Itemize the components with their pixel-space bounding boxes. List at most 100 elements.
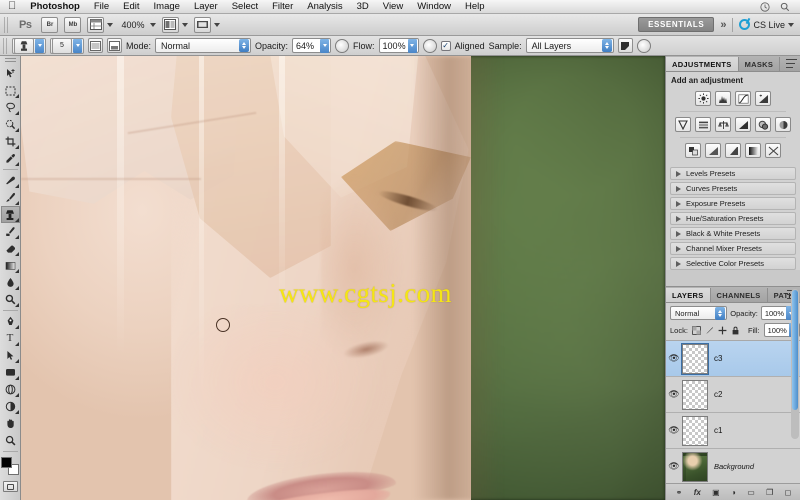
menu-help[interactable]: Help [458,0,492,14]
layer-row-c3[interactable]: 👁 c3 [666,341,800,377]
preset-channel-mixer[interactable]: Channel Mixer Presets [670,242,796,255]
black-white-icon[interactable] [735,117,751,132]
layer-style-icon[interactable]: fx [694,488,701,497]
view-extras-icon[interactable] [87,16,105,33]
layer-thumbnail[interactable] [682,415,708,446]
menu-edit[interactable]: Edit [116,0,146,14]
toggle-clone-source-panel-button[interactable] [107,38,122,53]
tool-3d-object-rotate[interactable] [1,381,20,398]
link-layers-icon[interactable]: ⚭ [676,488,683,497]
curves-icon[interactable] [735,91,751,106]
menu-photoshop[interactable]: Photoshop [23,0,87,14]
arrange-chevron-down-icon[interactable] [181,22,188,27]
quick-mask-mode-button[interactable] [2,481,18,492]
opacity-input[interactable]: 64% [292,38,332,53]
tool-brush[interactable] [1,189,20,206]
zoom-level-value[interactable]: 400% [119,20,146,30]
layer-thumbnail[interactable] [682,451,708,482]
hue-saturation-icon[interactable] [695,117,711,132]
blend-mode-select[interactable]: Normal [155,38,252,53]
sample-select[interactable]: All Layers [525,38,614,53]
tool-rectangular-marquee[interactable] [1,82,20,99]
layer-blend-stepper-icon[interactable] [715,306,726,320]
tool-gradient[interactable] [1,257,20,274]
tool-zoom[interactable] [1,432,20,449]
arrange-documents-icon[interactable] [161,16,179,33]
tab-channels[interactable]: CHANNELS [711,288,768,302]
color-balance-icon[interactable] [715,117,731,132]
layer-row-c1[interactable]: 👁 c1 [666,413,800,449]
zoom-chevron-down-icon[interactable] [149,22,156,27]
photo-filter-icon[interactable] [755,117,771,132]
ignore-adjustment-layers-button[interactable] [617,38,633,53]
clone-stamp-tool-icon[interactable] [14,37,34,54]
aligned-checkbox[interactable]: ✓ [440,40,451,51]
tool-preset-chevron-icon[interactable] [35,38,44,53]
launch-bridge-button[interactable]: Br [41,16,59,33]
screen-mode-chevron-down-icon[interactable] [213,22,220,27]
workspace-more-chevron-icon[interactable]: » [720,19,726,31]
tool-lasso[interactable] [1,99,20,116]
new-layer-icon[interactable]: ❐ [766,488,773,497]
lock-transparent-pixels-icon[interactable] [692,325,701,335]
layers-scrollbar[interactable] [791,289,799,439]
layer-name[interactable]: c1 [714,426,722,435]
brightness-contrast-icon[interactable] [695,91,711,106]
tablet-pressure-icon[interactable] [636,38,651,53]
menu-3d[interactable]: 3D [350,0,376,14]
launch-mini-bridge-button[interactable]: Mb [64,16,82,33]
workspace-essentials-button[interactable]: ESSENTIALS [638,17,715,32]
menu-select[interactable]: Select [225,0,265,14]
appbar-grip[interactable] [4,16,9,33]
add-layer-mask-icon[interactable]: ▣ [712,488,720,497]
zoom-level-group[interactable]: 400% [119,20,156,30]
brush-preset-chevron-icon[interactable] [73,38,82,53]
gradient-map-icon[interactable] [745,143,761,158]
view-extras-group[interactable] [87,16,114,33]
tab-masks[interactable]: MASKS [739,57,781,71]
optionsbar-grip[interactable] [3,37,8,54]
tool-blur[interactable] [1,274,20,291]
menu-image[interactable]: Image [147,0,187,14]
tab-layers[interactable]: LAYERS [666,288,711,302]
layer-name[interactable]: Background [714,462,754,471]
preset-black-white[interactable]: Black & White Presets [670,227,796,240]
layer-visibility-toggle-icon[interactable]: 👁 [666,461,682,472]
arrange-documents-group[interactable] [161,16,188,33]
tool-quick-selection[interactable] [1,116,20,133]
channel-mixer-icon[interactable] [775,117,791,132]
layer-visibility-toggle-icon[interactable]: 👁 [666,389,682,400]
lock-position-icon[interactable] [718,326,727,335]
airbrush-secondary-icon[interactable] [422,38,437,53]
levels-icon[interactable] [715,91,731,106]
view-extras-chevron-down-icon[interactable] [107,22,114,27]
menu-window[interactable]: Window [410,0,458,14]
menu-layer[interactable]: Layer [187,0,225,14]
layers-scrollbar-thumb[interactable] [792,290,798,410]
preset-exposure[interactable]: Exposure Presets [670,197,796,210]
airbrush-toggle-icon[interactable] [335,38,350,53]
cs-live-button[interactable]: CS Live [739,19,800,30]
flow-input[interactable]: 100% [378,38,419,53]
layer-row-background[interactable]: 👁 Background [666,449,800,485]
tool-dodge[interactable] [1,291,20,308]
tool-eraser[interactable] [1,240,20,257]
layer-thumbnail[interactable] [682,379,708,410]
tools-palette-grip[interactable] [4,58,16,63]
tool-crop[interactable] [1,133,20,150]
screen-mode-group[interactable] [193,16,220,33]
lock-image-pixels-icon[interactable] [705,326,714,335]
brush-size-preview[interactable]: 5 [52,37,72,54]
color-swatches[interactable] [0,457,20,477]
posterize-icon[interactable] [705,143,721,158]
tool-eyedropper[interactable] [1,150,20,167]
sample-stepper-icon[interactable] [601,39,612,52]
opacity-chevron-icon[interactable] [320,38,330,53]
new-fill-adjustment-layer-icon[interactable]: ◑ [731,488,736,497]
spotlight-search-icon[interactable] [780,2,790,12]
preset-curves[interactable]: Curves Presets [670,182,796,195]
apple-logo-icon[interactable]:  [6,1,23,12]
tool-spot-healing-brush[interactable] [1,172,20,189]
preset-selective-color[interactable]: Selective Color Presets [670,257,796,270]
exposure-icon[interactable] [755,91,771,106]
